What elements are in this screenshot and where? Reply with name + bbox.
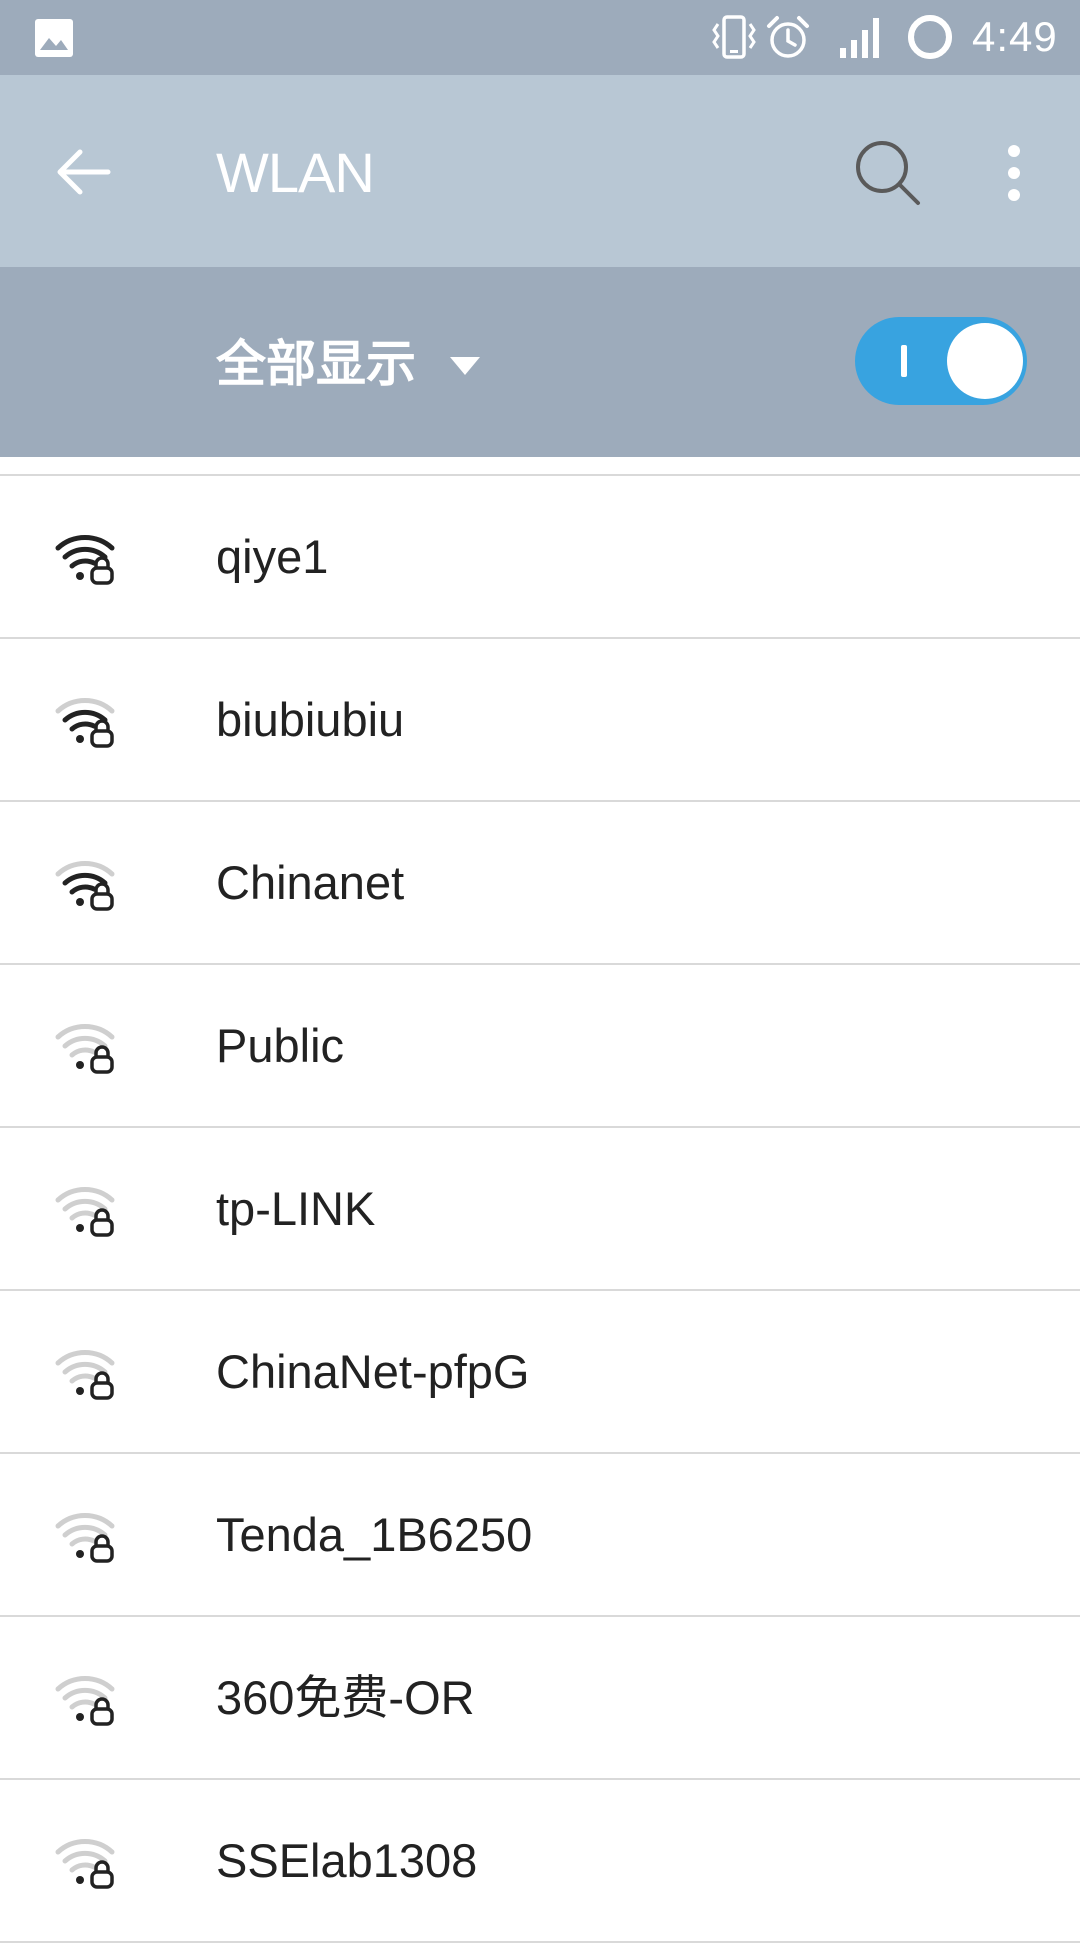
wifi-lock-icon [55, 1839, 115, 1889]
network-item[interactable]: qiye1 [0, 476, 1080, 639]
toggle-knob [947, 323, 1023, 399]
wifi-lock-icon [55, 1187, 115, 1237]
dropdown-arrow-icon [450, 357, 480, 375]
search-icon[interactable] [852, 137, 924, 209]
network-name: 360免费-OR [216, 1671, 475, 1724]
back-arrow-icon[interactable] [50, 137, 120, 207]
filter-bar: 全部显示 [0, 267, 1080, 457]
wifi-lock-icon [55, 861, 115, 911]
dropdown-label: 全部显示 [216, 335, 416, 393]
network-name: biubiubiu [216, 693, 405, 746]
signal-icon [840, 18, 879, 58]
wifi-lock-icon [55, 698, 115, 748]
wifi-lock-icon [55, 1513, 115, 1563]
network-item[interactable]: Chinanet [0, 802, 1080, 965]
battery-icon [907, 15, 952, 59]
gallery-icon [35, 19, 73, 57]
network-name: Public [216, 1019, 345, 1072]
wifi-lock-icon [55, 535, 115, 585]
wifi-lock-icon [55, 1350, 115, 1400]
network-name: tp-LINK [216, 1182, 376, 1235]
network-item[interactable]: Public [0, 965, 1080, 1128]
network-item[interactable]: 360免费-OR [0, 1617, 1080, 1780]
wlan-toggle[interactable] [855, 317, 1027, 405]
toggle-on-mark [901, 345, 907, 377]
network-name: ChinaNet-pfpG [216, 1345, 530, 1398]
network-name: SSElab1308 [216, 1834, 478, 1887]
wifi-lock-icon [55, 1676, 115, 1726]
network-item[interactable]: tp-LINK [0, 1128, 1080, 1291]
app-bar: WLAN [0, 75, 1080, 267]
page-title: WLAN [216, 141, 375, 204]
network-name: Chinanet [216, 856, 405, 909]
vibrate-icon [712, 15, 756, 59]
wifi-lock-icon [55, 1024, 115, 1074]
network-item[interactable]: ChinaNet-pfpG [0, 1291, 1080, 1454]
status-bar: 4:49 [0, 0, 1080, 75]
clock-time: 4:49 [972, 13, 1058, 60]
more-vert-icon[interactable] [990, 137, 1038, 209]
network-item[interactable]: SSElab1308 [0, 1780, 1080, 1943]
network-name: qiye1 [216, 530, 329, 583]
network-name: Tenda_1B6250 [216, 1508, 533, 1561]
show-all-dropdown[interactable]: 全部显示 [216, 329, 480, 399]
network-item[interactable]: Tenda_1B6250 [0, 1454, 1080, 1617]
network-list: qiye1 biubiubiu Chinanet Public tp-LINK China… [0, 476, 1080, 1943]
alarm-icon [767, 16, 809, 58]
network-item[interactable]: biubiubiu [0, 639, 1080, 802]
